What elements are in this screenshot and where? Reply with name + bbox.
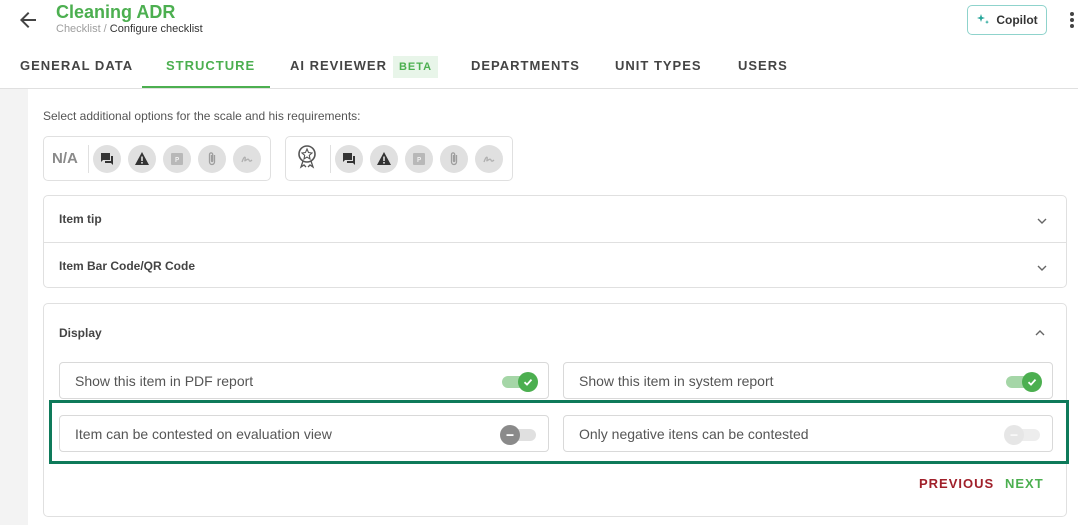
accordion-group: Item tip Item Bar Code/QR Code	[43, 195, 1067, 288]
breadcrumb: Checklist / Configure checklist	[56, 23, 203, 35]
toggle-card-negative-contested: Only negative itens can be contested	[563, 415, 1053, 452]
warning-icon[interactable]	[127, 144, 156, 173]
breadcrumb-parent[interactable]: Checklist	[56, 23, 101, 35]
previous-button[interactable]: PREVIOUS	[919, 476, 994, 491]
back-arrow-icon[interactable]	[16, 8, 40, 32]
chevron-up-icon[interactable]	[1034, 326, 1046, 338]
tab-ai-reviewer-label: AI REVIEWER	[290, 58, 387, 73]
tab-ai-reviewer[interactable]: AI REVIEWER BETA	[290, 44, 439, 88]
minus-icon	[500, 425, 520, 445]
next-button[interactable]: NEXT	[1005, 476, 1044, 491]
comment-icon[interactable]	[335, 144, 363, 173]
accordion-item-barcode[interactable]: Item Bar Code/QR Code	[44, 242, 1066, 288]
toggle-label: Show this item in system report	[579, 373, 774, 389]
toggle-label: Show this item in PDF report	[75, 373, 254, 389]
scale-options-group: N/A P	[43, 136, 271, 181]
divider	[87, 144, 89, 173]
tab-users[interactable]: USERS	[738, 44, 788, 88]
copilot-button[interactable]: Copilot	[967, 5, 1047, 35]
action-plan-icon[interactable]: P	[162, 144, 191, 173]
toggle-label: Only negative itens can be contested	[579, 426, 809, 442]
more-vert-icon[interactable]	[1066, 10, 1078, 30]
display-title: Display	[59, 326, 102, 340]
contested-switch[interactable]	[500, 425, 536, 445]
chevron-down-icon	[1036, 214, 1048, 226]
accordion-label: Item tip	[59, 212, 102, 226]
tab-unit-types[interactable]: UNIT TYPES	[615, 44, 702, 88]
options-label: Select additional options for the scale …	[43, 109, 361, 123]
divider	[330, 144, 331, 173]
svg-text:P: P	[417, 156, 421, 164]
na-option[interactable]: N/A	[52, 150, 78, 167]
active-tab-indicator	[142, 86, 270, 88]
tab-general-data[interactable]: GENERAL DATA	[20, 44, 133, 88]
toggle-label: Item can be contested on evaluation view	[75, 426, 332, 442]
action-plan-icon[interactable]: P	[405, 144, 433, 173]
tab-departments[interactable]: DEPARTMENTS	[471, 44, 580, 88]
tab-structure[interactable]: STRUCTURE	[166, 44, 255, 88]
accordion-label: Item Bar Code/QR Code	[59, 259, 196, 273]
system-report-switch[interactable]	[1006, 372, 1042, 392]
negative-contested-switch[interactable]	[1004, 425, 1040, 445]
signature-icon[interactable]	[475, 144, 503, 173]
toggle-card-contested: Item can be contested on evaluation view	[59, 415, 549, 452]
svg-text:P: P	[175, 156, 179, 164]
display-section: Display Show this item in PDF report Sho…	[43, 303, 1067, 517]
warning-icon[interactable]	[370, 144, 398, 173]
header: Cleaning ADR Checklist / Configure check…	[0, 0, 1078, 44]
minus-icon	[1004, 425, 1024, 445]
check-icon	[518, 372, 538, 392]
attachment-icon[interactable]	[440, 144, 468, 173]
sparkle-icon	[976, 12, 990, 29]
toggle-card-pdf-report: Show this item in PDF report	[59, 362, 549, 399]
tab-bar: GENERAL DATA STRUCTURE AI REVIEWER BETA D…	[0, 44, 1078, 89]
attachment-icon[interactable]	[197, 144, 226, 173]
breadcrumb-separator: /	[100, 23, 110, 35]
left-gutter	[0, 89, 28, 525]
toggle-card-system-report: Show this item in system report	[563, 362, 1053, 399]
scale-options-group-2: P	[285, 136, 513, 181]
check-icon	[1022, 372, 1042, 392]
comment-icon[interactable]	[92, 144, 121, 173]
badge-icon[interactable]	[294, 143, 320, 174]
copilot-label: Copilot	[996, 13, 1038, 27]
pdf-report-switch[interactable]	[502, 372, 538, 392]
page-title: Cleaning ADR	[56, 2, 176, 22]
accordion-item-tip[interactable]: Item tip	[44, 196, 1066, 242]
beta-badge: BETA	[392, 56, 439, 78]
signature-icon[interactable]	[232, 144, 261, 173]
chevron-down-icon	[1036, 261, 1048, 273]
breadcrumb-current: Configure checklist	[109, 23, 203, 35]
